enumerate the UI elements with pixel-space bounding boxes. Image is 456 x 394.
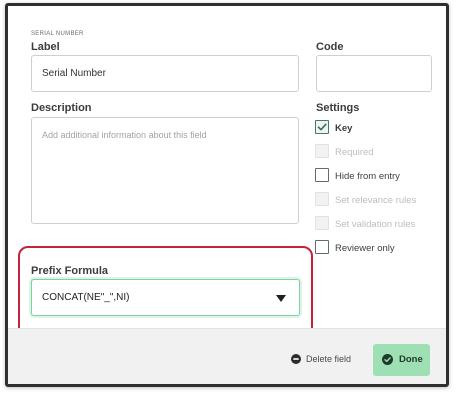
validation-rules-checkbox[interactable]	[315, 216, 329, 230]
key-checkbox[interactable]	[315, 120, 329, 134]
delete-field-button[interactable]: Delete field	[291, 354, 351, 364]
check-circle-icon	[382, 354, 393, 365]
relevance-rules-checkbox[interactable]	[315, 192, 329, 206]
delete-field-label: Delete field	[306, 354, 352, 364]
code-field-label: Code	[316, 41, 344, 53]
key-label: Key	[335, 123, 353, 134]
prefix-formula-value: CONCAT(NE"_",NI)	[42, 292, 130, 303]
description-placeholder: Add additional information about this fi…	[42, 130, 207, 140]
caret-down-icon	[276, 295, 286, 302]
done-button-content: Done	[382, 354, 423, 365]
section-title: SERIAL NUMBER	[31, 31, 84, 37]
done-label: Done	[399, 354, 423, 365]
field-editor-window: SERIAL NUMBER Label Serial Number Code D…	[5, 3, 449, 387]
prefix-formula-label: Prefix Formula	[31, 265, 109, 277]
checkmark-icon	[317, 123, 327, 131]
footer-bar: Delete field Done	[8, 328, 446, 384]
reviewer-only-label: Reviewer only	[335, 243, 395, 254]
validation-rules-label: Set validation rules	[335, 219, 416, 230]
hide-from-entry-label: Hide from entry	[335, 171, 400, 182]
reviewer-only-checkbox[interactable]	[315, 240, 329, 254]
required-label: Required	[335, 147, 374, 158]
settings-title: Settings	[316, 102, 360, 114]
done-button[interactable]: Done	[373, 344, 430, 376]
description-field-label: Description	[31, 102, 92, 114]
description-textarea[interactable]: Add additional information about this fi…	[31, 117, 299, 224]
minus-circle-icon	[291, 354, 301, 364]
hide-from-entry-checkbox[interactable]	[315, 168, 329, 182]
prefix-formula-select[interactable]: CONCAT(NE"_",NI)	[31, 279, 300, 316]
code-input[interactable]	[316, 55, 432, 92]
label-field-label: Label	[31, 41, 60, 53]
required-checkbox[interactable]	[315, 144, 329, 158]
label-input-value: Serial Number	[42, 68, 106, 79]
label-input[interactable]: Serial Number	[31, 55, 299, 92]
relevance-rules-label: Set relevance rules	[335, 195, 417, 206]
